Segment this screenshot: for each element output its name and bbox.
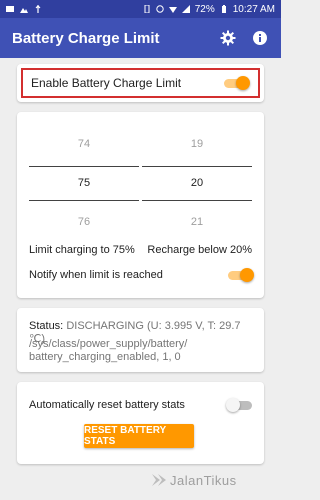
picker-divider [142,166,252,167]
gear-icon[interactable] [217,27,239,49]
recharge-prev[interactable]: 19 [142,138,252,150]
app-title: Battery Charge Limit [12,29,160,47]
toggle-thumb [226,398,240,412]
recharge-text: Recharge below 20% [147,244,252,256]
limits-summary: Limit charging to 75% Recharge below 20% [29,244,252,256]
auto-reset-toggle[interactable] [226,398,254,412]
battery-percent: 72% [194,3,215,15]
picker-divider [29,166,139,167]
alarm-icon [156,5,164,13]
status-path: /sys/class/power_supply/battery/ battery… [29,338,188,363]
notify-label: Notify when limit is reached [29,269,163,281]
picker-divider [29,200,139,201]
watermark: JalanTikus [150,472,237,488]
notify-row[interactable]: Notify when limit is reached [29,268,254,282]
reset-battery-stats-button[interactable]: RESET BATTERY STATS [84,424,194,448]
vibrate-icon [143,4,151,14]
recharge-current[interactable]: 20 [142,177,252,189]
enable-toggle[interactable] [222,76,250,90]
limit-text: Limit charging to 75% [29,244,135,256]
enable-card: Enable Battery Charge Limit [17,64,264,102]
gallery-icon [20,5,28,13]
app-bar: Battery Charge Limit [0,18,281,58]
toggle-thumb [240,268,254,282]
status-card: Status: DISCHARGING (U: 3.995 V, T: 29.7… [17,308,264,372]
enable-label: Enable Battery Charge Limit [31,76,182,90]
limit-next[interactable]: 76 [29,216,139,228]
auto-reset-row[interactable]: Automatically reset battery stats [29,398,254,412]
recharge-next[interactable]: 21 [142,216,252,228]
battery-icon [220,5,228,13]
notify-toggle[interactable] [226,268,254,282]
picker-divider [142,200,252,201]
limits-card: 74 75 76 19 20 21 Limit charging to 75% … [17,112,264,298]
notification-icon [6,5,14,13]
limit-current[interactable]: 75 [29,177,139,189]
limit-prev[interactable]: 74 [29,138,139,150]
auto-reset-label: Automatically reset battery stats [29,399,185,411]
toggle-thumb [236,76,250,90]
wifi-icon [168,5,177,13]
status-label: Status: [29,320,64,332]
enable-row[interactable]: Enable Battery Charge Limit [21,68,260,98]
clock: 10:27 AM [232,3,275,15]
usb-icon [34,5,42,13]
reset-card: Automatically reset battery stats RESET … [17,382,264,464]
limit-picker[interactable]: 74 75 76 [29,126,139,236]
watermark-logo-icon [152,474,166,486]
watermark-text: JalanTikus [170,472,237,488]
recharge-picker[interactable]: 19 20 21 [142,126,252,236]
status-bar: 72% 10:27 AM [0,0,281,18]
info-icon[interactable] [249,27,271,49]
signal-icon [181,5,190,13]
